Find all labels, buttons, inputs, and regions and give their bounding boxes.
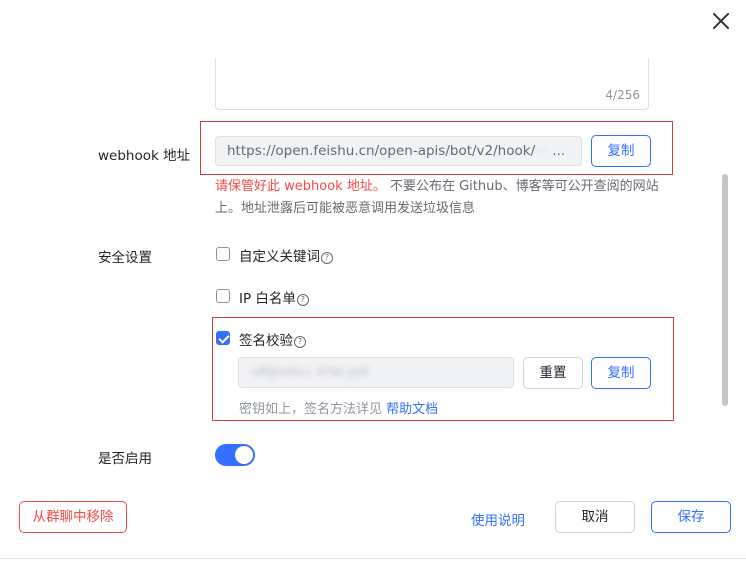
close-icon[interactable] xyxy=(708,8,734,34)
signature-label: 签名校验 xyxy=(239,333,293,349)
ip-whitelist-option[interactable]: IP 白名单? xyxy=(239,287,309,307)
secret-hint: 密钥如上，签名方法详见 帮助文档 xyxy=(239,398,438,417)
webhook-url-ellipsis: ... xyxy=(552,143,566,159)
keyword-label: 自定义关键词 xyxy=(239,249,320,265)
security-label: 安全设置 xyxy=(98,250,152,266)
help-doc-link[interactable]: 帮助文档 xyxy=(386,402,438,417)
enable-label: 是否启用 xyxy=(98,451,152,467)
scrollbar-thumb[interactable] xyxy=(722,174,728,406)
usage-guide-link[interactable]: 使用说明 xyxy=(471,509,525,529)
copy-webhook-button[interactable]: 复制 xyxy=(591,135,651,167)
remove-from-group-button[interactable]: 从群聊中移除 xyxy=(19,501,127,533)
webhook-warning: 请保管好此 webhook 地址。 不要公布在 Github、博客等可公开查阅的… xyxy=(215,176,665,220)
toggle-knob xyxy=(235,446,253,464)
copy-secret-button[interactable]: 复制 xyxy=(591,357,651,389)
secret-field[interactable]: oMjrehLc XYal pdl xyxy=(238,357,514,388)
webhook-url-text: https://open.feishu.cn/open-apis/bot/v2/… xyxy=(227,143,536,159)
keyword-checkbox[interactable] xyxy=(216,247,230,261)
reset-secret-button[interactable]: 重置 xyxy=(523,357,583,389)
bottom-divider xyxy=(0,558,746,559)
enable-toggle[interactable] xyxy=(215,444,255,466)
signature-option[interactable]: 签名校验? xyxy=(239,329,306,349)
ip-help-icon[interactable]: ? xyxy=(296,294,309,306)
keyword-option[interactable]: 自定义关键词? xyxy=(239,245,333,265)
char-counter: 4/256 xyxy=(605,88,640,102)
cancel-button[interactable]: 取消 xyxy=(555,501,635,533)
ip-whitelist-label: IP 白名单 xyxy=(239,291,296,307)
webhook-url-masked: ··· xyxy=(535,143,553,159)
keyword-help-icon[interactable]: ? xyxy=(321,252,333,264)
secret-hint-text: 密钥如上，签名方法详见 xyxy=(239,402,387,417)
ip-whitelist-checkbox[interactable] xyxy=(216,289,230,303)
signature-checkbox[interactable] xyxy=(216,331,230,345)
webhook-warning-red: 请保管好此 webhook 地址。 xyxy=(215,179,386,194)
secret-value: oMjrehLc XYal pdl xyxy=(251,364,369,380)
save-button[interactable]: 保存 xyxy=(651,501,731,533)
description-textarea[interactable] xyxy=(215,58,649,110)
webhook-label: webhook 地址 xyxy=(98,148,191,164)
signature-help-icon[interactable]: ? xyxy=(294,336,306,348)
webhook-url-field[interactable]: https://open.feishu.cn/open-apis/bot/v2/… xyxy=(215,136,582,166)
